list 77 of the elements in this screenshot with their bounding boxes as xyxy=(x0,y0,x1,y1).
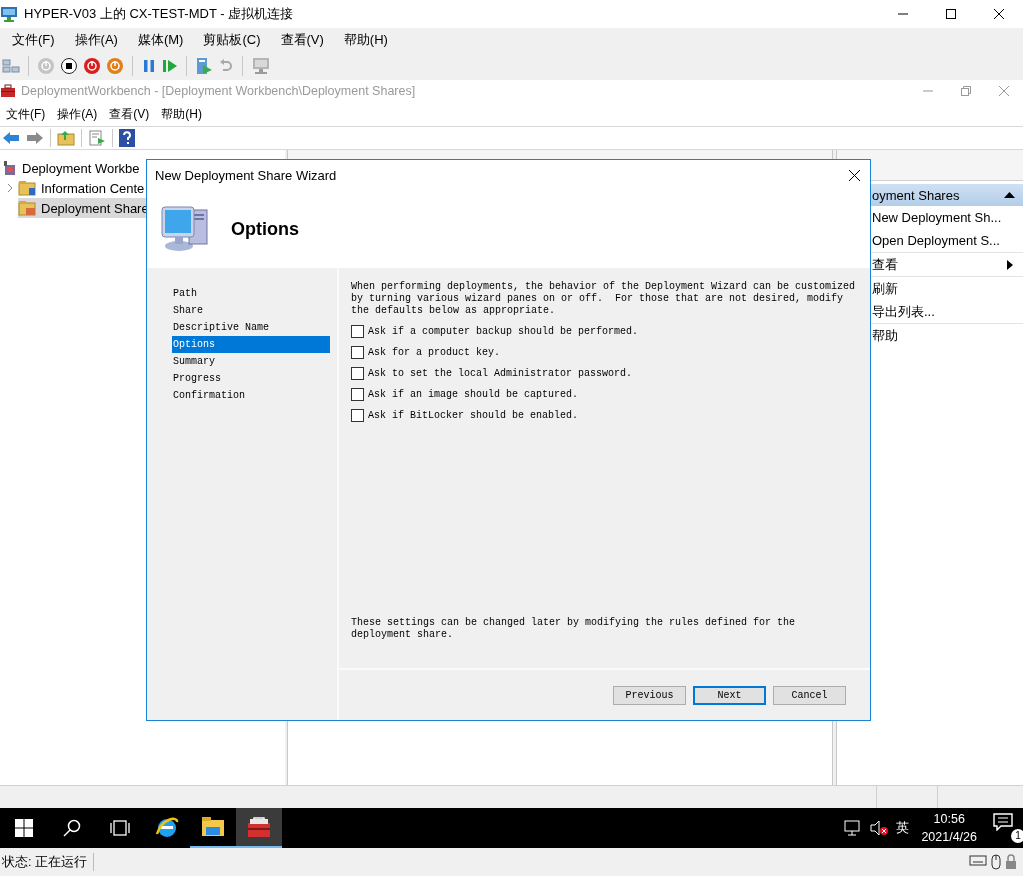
search-icon[interactable] xyxy=(63,819,81,837)
menu-item[interactable]: 帮助(H) xyxy=(155,105,208,123)
checkbox-label[interactable]: Ask for a product key. xyxy=(368,347,501,358)
back-arrow-icon[interactable] xyxy=(2,131,20,145)
keyboard-icon xyxy=(969,854,987,866)
menu-item[interactable]: 文件(F) xyxy=(0,105,52,123)
stop-icon[interactable] xyxy=(60,57,78,75)
note-paragraph: These settings can be changed later by modifying the rules defined for the deployment share. xyxy=(351,617,797,641)
menu-item[interactable]: 文件(F) xyxy=(4,31,63,49)
lock-icon xyxy=(1005,854,1017,870)
notification-badge: 1 xyxy=(1011,829,1023,843)
menu-item[interactable]: 查看(V) xyxy=(272,31,332,49)
menu-item[interactable]: 查看(V) xyxy=(103,105,156,123)
volume-muted-icon[interactable] xyxy=(870,820,889,836)
menu-item[interactable]: 操作(A) xyxy=(66,31,126,49)
checkbox[interactable] xyxy=(351,388,364,401)
checkbox-label[interactable]: Ask if BitLocker should be enabled. xyxy=(368,410,579,421)
folder-icon xyxy=(18,200,36,216)
forward-arrow-icon[interactable] xyxy=(26,131,44,145)
wizard-step[interactable]: Descriptive Name xyxy=(172,319,330,336)
maximize-icon[interactable] xyxy=(945,8,957,20)
power-icon[interactable] xyxy=(106,57,124,75)
wizard-step[interactable]: Path xyxy=(172,285,330,302)
wizard-heading: Options xyxy=(231,218,299,240)
wizard-step[interactable]: Progress xyxy=(172,370,330,387)
tree-item[interactable]: Deployment Workbe xyxy=(3,158,144,178)
start-icon[interactable] xyxy=(15,819,33,837)
menu-item[interactable]: 操作(A) xyxy=(51,105,104,123)
dialog-button[interactable]: Previous xyxy=(613,685,686,705)
wizard-step[interactable]: Summary xyxy=(172,353,330,370)
folder-icon xyxy=(18,180,36,196)
menu-item[interactable]: 帮助(H) xyxy=(335,31,396,49)
workbench-icon xyxy=(3,160,17,176)
checkbox[interactable] xyxy=(351,325,364,338)
checkpoint-icon[interactable] xyxy=(195,57,213,75)
dialog-button[interactable]: Next xyxy=(693,685,766,705)
folder-icon[interactable] xyxy=(201,816,225,838)
help-icon[interactable] xyxy=(119,129,135,147)
vm-monitor-icon xyxy=(0,6,18,22)
notification-icon[interactable] xyxy=(993,813,1013,831)
input-language[interactable]: 英 xyxy=(896,819,910,837)
checkbox[interactable] xyxy=(351,367,364,380)
folder-up-icon[interactable] xyxy=(57,130,75,146)
clock[interactable]: 10:56 2021/4/26 xyxy=(921,810,977,846)
power-icon[interactable] xyxy=(83,57,101,75)
chevron-icon[interactable] xyxy=(6,183,14,193)
taskbar-button[interactable] xyxy=(236,808,282,848)
menu-item[interactable]: 剪贴板(C) xyxy=(195,31,269,49)
checkbox-label[interactable]: Ask to set the local Administrator password. xyxy=(368,368,633,379)
checkbox[interactable] xyxy=(351,409,364,422)
wizard-step[interactable]: Share xyxy=(172,302,330,319)
close-icon[interactable] xyxy=(849,169,860,181)
toolbox-icon[interactable] xyxy=(247,816,271,838)
submenu-arrow-icon xyxy=(1007,259,1013,270)
task-view-icon[interactable] xyxy=(110,820,130,836)
restore-icon[interactable] xyxy=(961,86,971,96)
network-icon[interactable] xyxy=(844,820,863,836)
mouse-icon xyxy=(991,854,1001,870)
play-icon[interactable] xyxy=(162,58,178,74)
dialog-title: New Deployment Share Wizard xyxy=(155,167,337,183)
wizard-step[interactable]: Options xyxy=(172,336,330,353)
pause-icon[interactable] xyxy=(141,58,157,74)
export-list-icon[interactable] xyxy=(88,130,106,146)
wizard-step[interactable]: Confirmation xyxy=(172,387,330,404)
window-title: HYPER-V03 上的 CX-TEST-MDT - 虚拟机连接 xyxy=(24,5,294,23)
dialog-button[interactable]: Cancel xyxy=(773,685,846,705)
status-text: 状态: 正在运行 xyxy=(0,853,94,871)
computer-icon xyxy=(159,204,211,254)
window-title: DeploymentWorkbench - [Deployment Workbench\Deployment Shares] xyxy=(21,84,416,98)
tree-item[interactable]: Information Cente xyxy=(18,178,149,198)
checkbox-label[interactable]: Ask if a computer backup should be performed. xyxy=(368,326,639,337)
checkbox-label[interactable]: Ask if an image should be captured. xyxy=(368,389,579,400)
toolbox-icon xyxy=(0,84,16,98)
close-icon[interactable] xyxy=(993,8,1005,20)
checkbox[interactable] xyxy=(351,346,364,359)
collapse-triangle-icon xyxy=(1004,192,1015,198)
menu-item[interactable]: 媒体(M) xyxy=(129,31,192,49)
